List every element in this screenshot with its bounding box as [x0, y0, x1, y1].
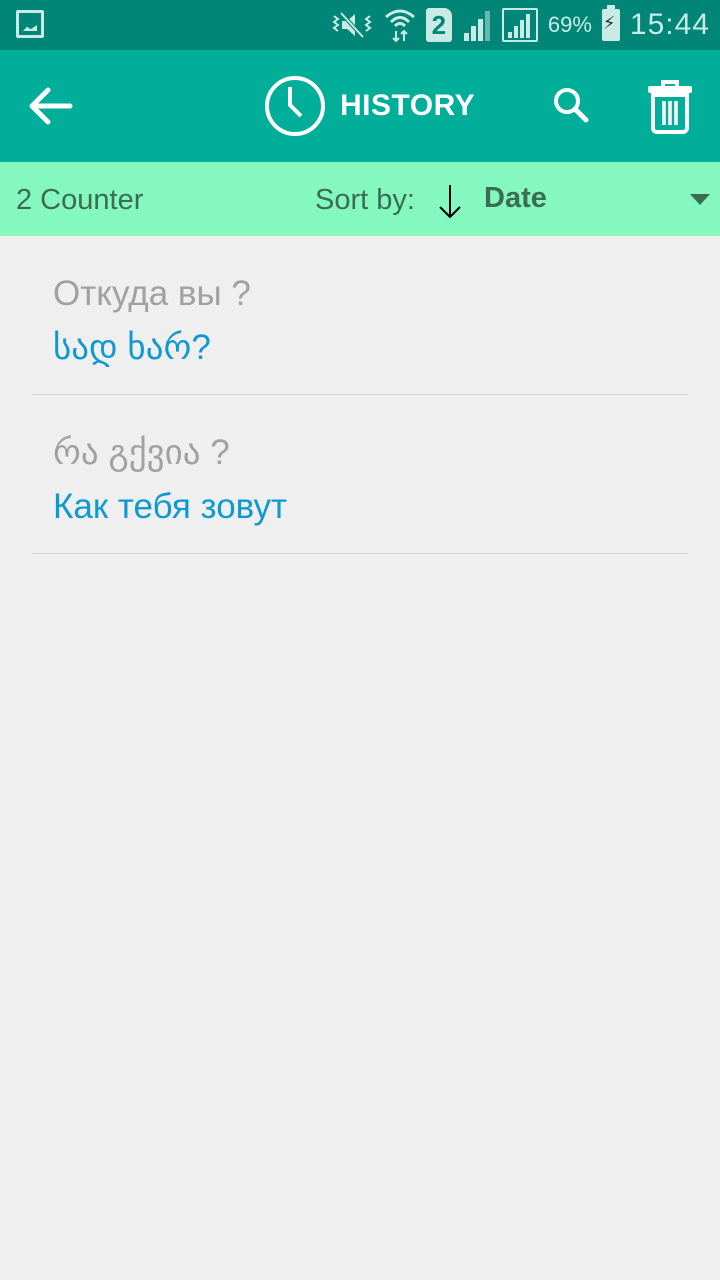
- sort-by-dropdown[interactable]: Date: [484, 162, 720, 236]
- app-toolbar: HISTORY: [0, 50, 720, 162]
- clock-icon: [265, 76, 325, 136]
- history-list: Откуда вы ? სად ხარ? რა გქვია ? Как тебя…: [0, 236, 720, 554]
- history-counter: 2 Counter: [16, 184, 144, 216]
- search-button[interactable]: [548, 82, 596, 130]
- wifi-icon: [384, 9, 415, 43]
- status-time: 15:44: [629, 8, 710, 41]
- arrow-down-icon: [439, 185, 461, 219]
- sim2-icon: 2: [425, 8, 452, 42]
- sort-selected-value: Date: [484, 182, 547, 214]
- mute-vibrate-icon: [332, 11, 372, 39]
- history-item[interactable]: რა გქვია ? Как тебя зовут: [32, 395, 688, 554]
- sort-direction-toggle[interactable]: [436, 182, 464, 220]
- status-bar: 2 69% 15:44: [0, 0, 720, 50]
- signal-icon: [462, 9, 492, 41]
- page-title: HISTORY: [340, 89, 476, 122]
- sort-bar: 2 Counter Sort by: Date: [0, 162, 720, 236]
- status-indicators: 2 69% 15:44: [330, 0, 710, 50]
- history-translation-text: სად ხარ?: [53, 328, 211, 367]
- toolbar-title: HISTORY: [264, 74, 475, 138]
- signal-roaming-icon: [501, 8, 538, 42]
- history-translation-text: Как тебя зовут: [53, 487, 288, 526]
- gallery-notification-icon: [16, 10, 44, 38]
- history-source-text: რა გქვია ?: [53, 433, 230, 472]
- sort-label: Sort by:: [315, 184, 415, 216]
- back-button[interactable]: [24, 80, 76, 132]
- triangle-down-icon: [690, 194, 710, 205]
- battery-percentage: 69%: [547, 12, 592, 37]
- history-item[interactable]: Откуда вы ? სად ხარ?: [32, 236, 688, 395]
- battery-charging-icon: [601, 5, 620, 41]
- arrow-left-icon: [29, 87, 73, 125]
- history-source-text: Откуда вы ?: [53, 274, 251, 313]
- search-icon: [554, 88, 589, 123]
- trash-icon: [648, 80, 692, 134]
- delete-all-button[interactable]: [644, 78, 696, 134]
